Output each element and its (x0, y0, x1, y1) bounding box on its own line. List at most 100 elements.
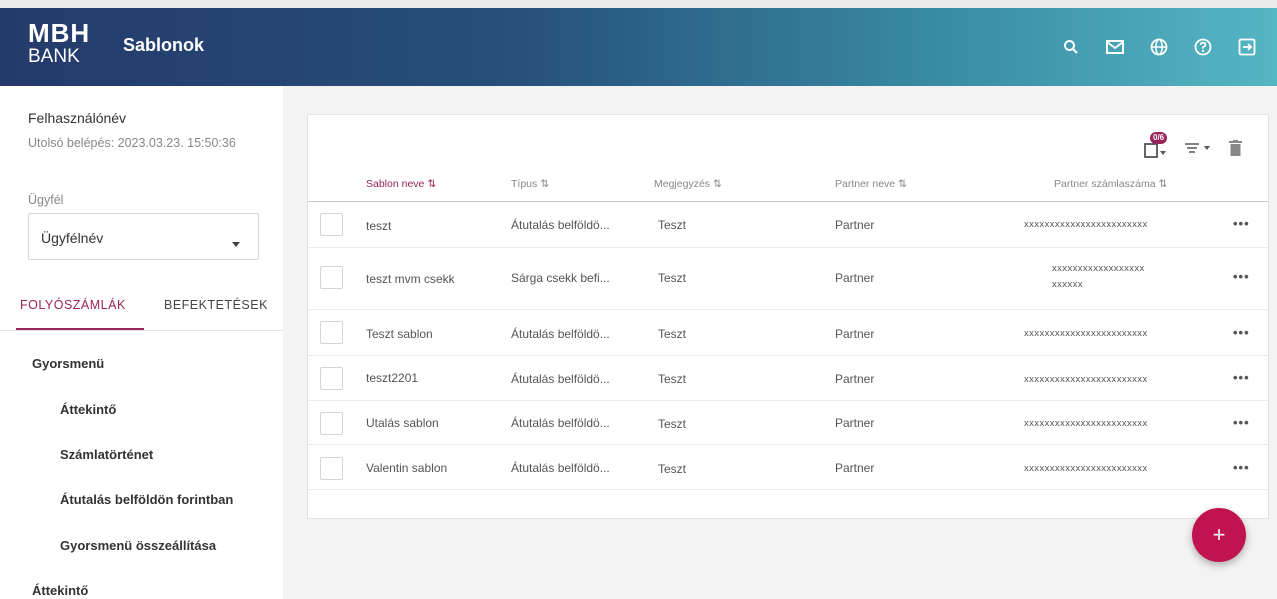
cell-partner: Partner (835, 218, 875, 232)
selection-count-badge: 0/6 (1150, 132, 1168, 144)
menu-attekinto-2[interactable]: Áttekintő (32, 583, 88, 598)
mail-icon[interactable] (1105, 37, 1125, 57)
col-header-partner-neve[interactable]: Partner neve ⇅ (835, 178, 907, 190)
row-menu-button[interactable]: ••• (1233, 415, 1250, 430)
menu-gyorsmenu-osszeallitasa[interactable]: Gyorsmenü összeállítása (60, 538, 216, 553)
cell-note: Teszt (658, 372, 687, 386)
col-header-sablon-neve[interactable]: Sablon neve ⇅ (366, 178, 436, 190)
mbh-bank-logo[interactable]: MBH BANK (28, 20, 90, 66)
menu-gyorsmenu[interactable]: Gyorsmenü (32, 356, 104, 371)
cell-account-line2: xxxxxx (1052, 279, 1083, 290)
sort-icon: ⇅ (712, 178, 722, 190)
row-menu-button[interactable]: ••• (1233, 460, 1250, 475)
sort-icon: ⇅ (540, 178, 549, 190)
sort-icon: ⇅ (898, 178, 907, 190)
page-title: Sablonok (123, 35, 205, 55)
cell-account: xxxxxxxxxxxxxxxxxxxxxxxx (1024, 219, 1148, 230)
cell-name: Teszt sablon (366, 327, 433, 341)
col-header-label: Partner neve (835, 178, 896, 190)
cell-type: Átutalás belföldö... (511, 327, 610, 341)
row-checkbox[interactable] (320, 213, 343, 236)
row-checkbox[interactable] (320, 321, 343, 344)
table-row[interactable]: teszt Átutalás belföldö... Teszt Partner… (308, 202, 1268, 248)
tab-folyoszamlak[interactable]: FOLYÓSZÁMLÁK (20, 298, 126, 312)
cell-type: Átutalás belföldö... (511, 218, 610, 232)
cell-name: teszt2201 (366, 371, 419, 385)
client-select-value: Ügyfélnév (41, 230, 104, 246)
table-row[interactable]: Teszt sablon Átutalás belföldö... Teszt … (308, 310, 1268, 356)
account-tabs: FOLYÓSZÁMLÁK BEFEKTETÉSEK (0, 276, 283, 331)
cell-type: Átutalás belföldö... (511, 416, 610, 430)
cell-type: Sárga csekk befi... (511, 271, 610, 285)
table-row[interactable]: teszt2201 Átutalás belföldö... Teszt Par… (308, 356, 1268, 401)
cell-type: Átutalás belföldö... (511, 461, 610, 475)
row-checkbox[interactable] (320, 367, 343, 390)
logout-icon[interactable] (1237, 37, 1257, 57)
cell-partner: Partner (835, 372, 875, 386)
tab-befektetesek[interactable]: BEFEKTETÉSEK (164, 298, 268, 312)
cell-partner: Partner (835, 327, 875, 341)
row-checkbox[interactable] (320, 266, 343, 289)
sidebar: Felhasználónév Utolsó belépés: 2023.03.2… (0, 86, 283, 599)
client-select[interactable]: Ügyfélnév (28, 213, 259, 260)
row-checkbox[interactable] (320, 457, 343, 480)
table-row[interactable]: teszt mvm csekk Sárga csekk befi... Tesz… (308, 248, 1268, 310)
filter-icon[interactable] (1185, 141, 1211, 155)
select-all-copy-icon[interactable]: 0/6 (1143, 132, 1168, 159)
top-strip (0, 0, 1277, 8)
cell-partner: Partner (835, 271, 875, 285)
col-header-label: Sablon neve (366, 178, 425, 190)
cell-partner: Partner (835, 416, 875, 430)
col-header-label: Megjegyzés (654, 178, 711, 190)
cell-account: xxxxxxxxxxxxxxxxxxxxxxxx (1024, 463, 1148, 474)
cell-note: Teszt (658, 327, 687, 341)
cell-partner: Partner (835, 461, 875, 475)
cell-name: teszt (366, 219, 392, 233)
col-header-label: Partner számlaszáma (1054, 178, 1156, 190)
sort-icon: ⇅ (1158, 178, 1168, 190)
plus-icon: + (1212, 522, 1226, 547)
cell-note: Teszt (658, 417, 687, 431)
chevron-down-icon (232, 234, 240, 252)
cell-note: Teszt (658, 462, 687, 476)
cell-account: xxxxxxxxxxxxxxxxxxxxxxxx (1024, 418, 1148, 429)
cell-name: Valentin sablon (366, 461, 448, 475)
sort-icon: ⇅ (427, 178, 437, 190)
trash-icon[interactable] (1229, 140, 1242, 156)
cell-name: teszt mvm csekk (366, 272, 455, 286)
row-menu-button[interactable]: ••• (1233, 325, 1250, 340)
menu-attekinto[interactable]: Áttekintő (60, 402, 116, 417)
row-menu-button[interactable]: ••• (1233, 269, 1250, 284)
cell-account: xxxxxxxxxxxxxxxxxx xxxxxx (1052, 261, 1145, 293)
templates-table-card: 0/6 Sablon neve ⇅ Típus ⇅ Megjegyzés ⇅ P… (307, 114, 1269, 519)
logo-text-1: MBH (28, 18, 91, 48)
cell-account: xxxxxxxxxxxxxxxxxxxxxxxx (1024, 328, 1148, 339)
cell-note: Teszt (658, 271, 687, 285)
search-icon[interactable] (1061, 37, 1081, 57)
cell-account: xxxxxxxxxxxxxxxxxxxxxxxx (1024, 374, 1148, 385)
help-icon[interactable] (1193, 37, 1213, 57)
col-header-megjegyzes[interactable]: Megjegyzés ⇅ (654, 178, 722, 190)
table-row[interactable]: Valentin sablon Átutalás belföldö... Tes… (308, 445, 1268, 490)
cell-note: Teszt (658, 218, 687, 232)
user-name: Felhasználónév (28, 110, 127, 126)
header-actions (1061, 37, 1257, 57)
top-bar: MBH BANK Sablonok (0, 0, 1277, 86)
row-menu-button[interactable]: ••• (1233, 216, 1250, 231)
logo-text-2: BANK (28, 46, 80, 67)
row-checkbox[interactable] (320, 412, 343, 435)
table-row[interactable]: Utalás sablon Átutalás belföldö... Teszt… (308, 401, 1268, 445)
globe-icon[interactable] (1149, 37, 1169, 57)
menu-atutalas-belfoldon[interactable]: Átutalás belföldön forintban (60, 492, 233, 507)
row-menu-button[interactable]: ••• (1233, 370, 1250, 385)
client-label: Ügyfél (28, 193, 64, 207)
table-toolbar: 0/6 (1143, 132, 1242, 159)
col-header-label: Típus (511, 178, 538, 190)
cell-account-line1: xxxxxxxxxxxxxxxxxx (1052, 263, 1145, 274)
active-tab-indicator (16, 328, 144, 330)
col-header-partner-szamlaszama[interactable]: Partner számlaszáma ⇅ (1054, 178, 1167, 190)
menu-szamlatortenet[interactable]: Számlatörténet (60, 447, 153, 462)
add-template-button[interactable]: + (1192, 508, 1246, 562)
col-header-tipus[interactable]: Típus ⇅ (511, 178, 549, 190)
cell-name: Utalás sablon (366, 416, 439, 430)
